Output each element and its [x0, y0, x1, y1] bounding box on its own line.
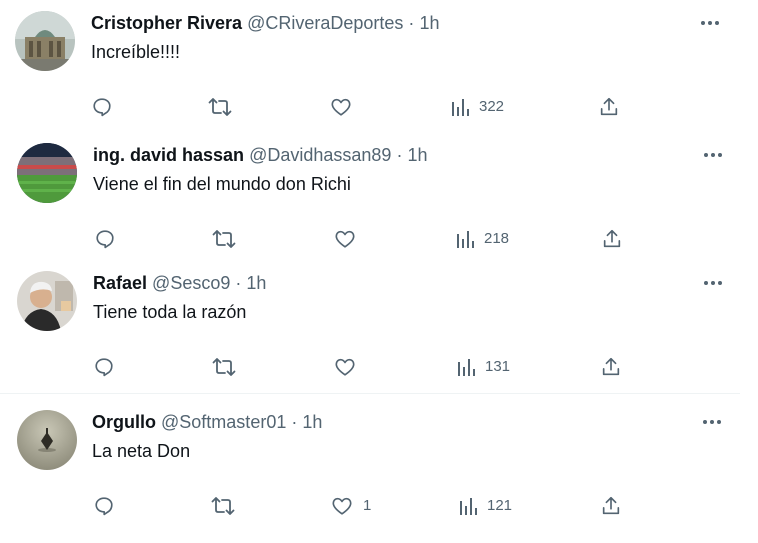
separator-dot: ·	[291, 412, 298, 432]
retweet-button[interactable]	[211, 493, 235, 519]
display-name[interactable]: ing. david hassan	[93, 145, 244, 165]
more-options-button[interactable]	[698, 273, 728, 293]
retweet-button[interactable]	[208, 94, 232, 120]
tweet-text: La neta Don	[92, 441, 191, 461]
avatar[interactable]	[15, 11, 75, 71]
tweet-text: Viene el fin del mundo don Richi	[93, 174, 351, 194]
share-icon	[603, 229, 621, 248]
more-options-button[interactable]	[698, 145, 728, 165]
separator-dot: ·	[396, 145, 403, 165]
reply-button[interactable]	[94, 226, 116, 252]
like-button[interactable]	[334, 226, 366, 252]
like-button[interactable]: 1	[331, 493, 371, 519]
more-dots-icon	[704, 153, 722, 157]
retweet-button[interactable]	[212, 354, 236, 380]
reply-feed: Cristopher Rivera @CRiveraDeportes · 1h …	[0, 0, 758, 543]
analytics-icon	[460, 498, 477, 515]
user-handle[interactable]: @Sesco9	[152, 273, 230, 293]
timestamp[interactable]: 1h	[246, 273, 266, 293]
retweet-icon	[212, 358, 236, 376]
like-button[interactable]	[330, 94, 362, 120]
palace-building-avatar-icon	[15, 11, 75, 71]
avatar[interactable]	[17, 271, 77, 331]
reply-icon	[95, 358, 113, 377]
avatar[interactable]	[17, 410, 77, 470]
timestamp[interactable]: 1h	[419, 13, 439, 33]
tweet-header: ing. david hassan @Davidhassan89 · 1h	[93, 144, 427, 166]
like-count: 1	[363, 497, 372, 514]
separator-dot: ·	[235, 273, 242, 293]
share-button[interactable]	[600, 354, 622, 380]
more-dots-icon	[701, 21, 719, 25]
display-name[interactable]: Orgullo	[92, 412, 156, 432]
view-count: 322	[479, 98, 505, 115]
heart-icon	[332, 497, 352, 515]
share-button[interactable]	[598, 94, 620, 120]
more-dots-icon	[703, 420, 721, 424]
reply-button[interactable]	[93, 354, 115, 380]
reply-button[interactable]	[91, 94, 113, 120]
tweet-text: Increíble!!!!	[91, 42, 181, 62]
display-name[interactable]: Cristopher Rivera	[91, 13, 242, 33]
user-handle[interactable]: @Softmaster01	[161, 412, 286, 432]
stadium-avatar-icon	[17, 143, 77, 203]
tweet[interactable]: Orgullo @Softmaster01 · 1h La neta Don 1…	[0, 394, 740, 543]
spinning-top-avatar-icon	[17, 410, 77, 470]
reply-button[interactable]	[93, 493, 115, 519]
user-handle[interactable]: @CRiveraDeportes	[247, 13, 403, 33]
views-button[interactable]: 218	[456, 226, 509, 252]
share-icon	[600, 97, 618, 116]
reply-icon	[95, 497, 113, 516]
more-options-button[interactable]	[697, 412, 727, 432]
retweet-icon	[211, 497, 235, 515]
share-icon	[602, 357, 620, 376]
user-handle[interactable]: @Davidhassan89	[249, 145, 391, 165]
heart-icon	[331, 98, 351, 116]
share-icon	[602, 496, 620, 515]
reply-icon	[96, 230, 114, 249]
tweet[interactable]: Cristopher Rivera @CRiveraDeportes · 1h …	[0, 0, 740, 132]
retweet-icon	[212, 230, 236, 248]
view-count: 218	[484, 230, 510, 247]
more-options-button[interactable]	[695, 13, 725, 33]
analytics-icon	[458, 359, 475, 376]
tweet-text: Tiene toda la razón	[93, 302, 247, 322]
avatar[interactable]	[17, 143, 77, 203]
views-button[interactable]: 121	[459, 493, 512, 519]
retweet-icon	[208, 98, 232, 116]
analytics-icon	[457, 231, 474, 248]
person-avatar-icon	[17, 271, 77, 331]
share-button[interactable]	[601, 226, 623, 252]
more-dots-icon	[704, 281, 722, 285]
heart-icon	[335, 358, 355, 376]
share-button[interactable]	[600, 493, 622, 519]
timestamp[interactable]: 1h	[407, 145, 427, 165]
tweet-header: Orgullo @Softmaster01 · 1h	[92, 411, 322, 433]
analytics-icon	[452, 99, 469, 116]
like-button[interactable]	[334, 354, 366, 380]
heart-icon	[335, 230, 355, 248]
tweet-header: Cristopher Rivera @CRiveraDeportes · 1h	[91, 12, 439, 34]
timestamp[interactable]: 1h	[302, 412, 322, 432]
views-button[interactable]: 131	[457, 354, 510, 380]
views-button[interactable]: 322	[451, 94, 504, 120]
view-count: 131	[485, 358, 511, 375]
display-name[interactable]: Rafael	[93, 273, 147, 293]
reply-icon	[93, 98, 111, 117]
tweet-header: Rafael @Sesco9 · 1h	[93, 272, 266, 294]
tweet[interactable]: ing. david hassan @Davidhassan89 · 1h Vi…	[0, 132, 740, 264]
separator-dot: ·	[408, 13, 415, 33]
retweet-button[interactable]	[212, 226, 236, 252]
view-count: 121	[487, 497, 513, 514]
tweet[interactable]: Rafael @Sesco9 · 1h Tiene toda la razón …	[0, 264, 740, 393]
